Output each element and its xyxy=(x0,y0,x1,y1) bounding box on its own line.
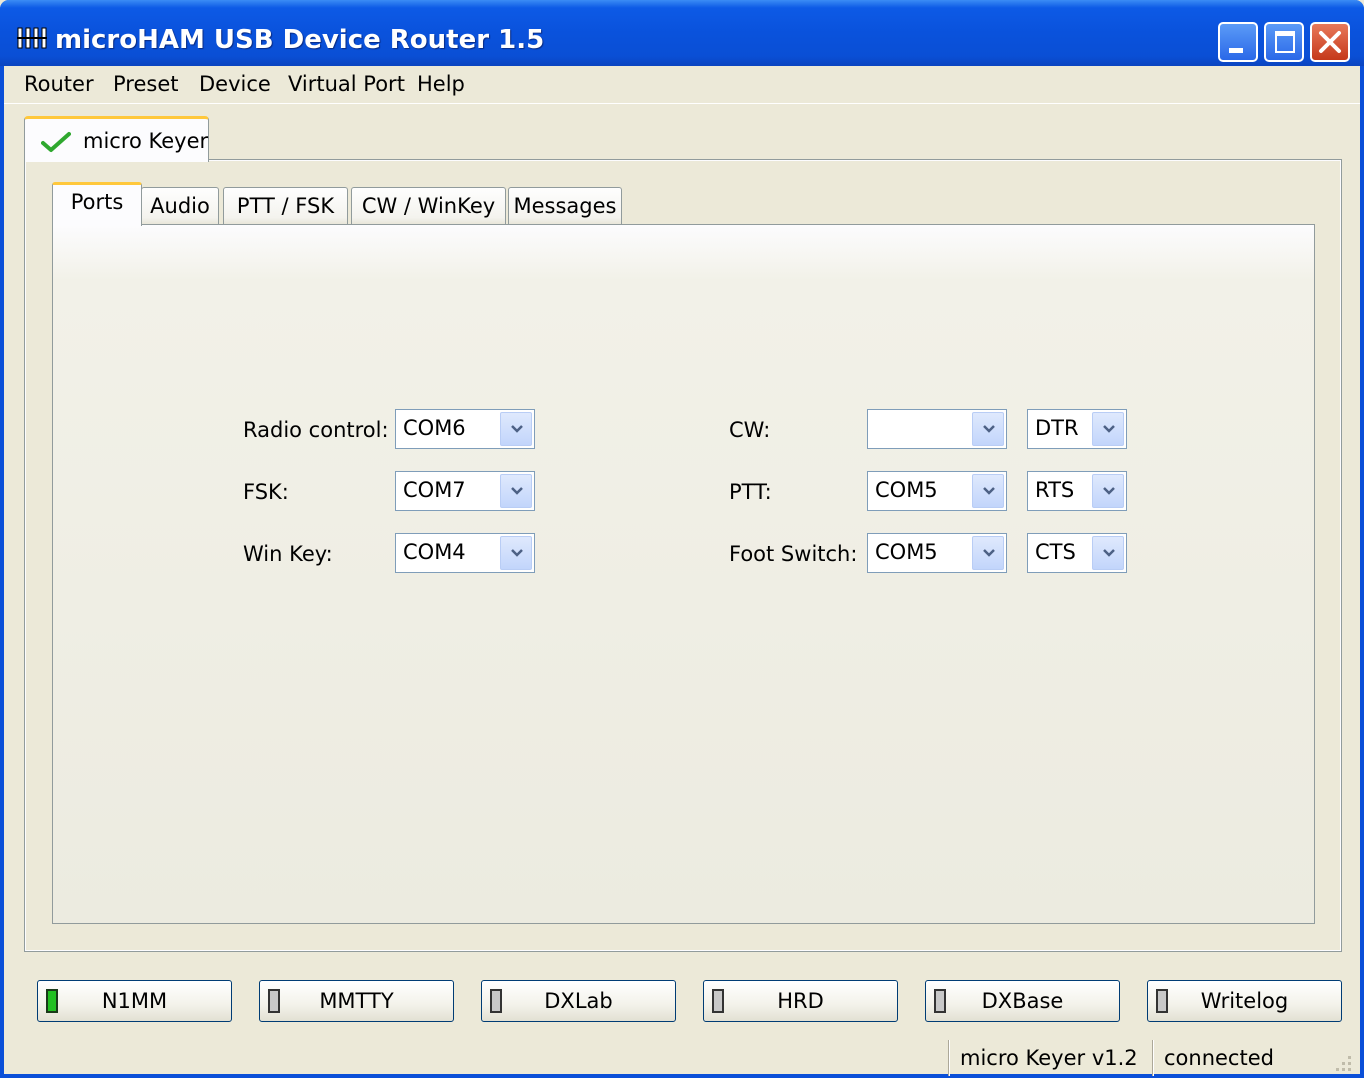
app-button-label: MMTTY xyxy=(319,989,394,1013)
cw-port-select[interactable] xyxy=(867,409,1007,449)
close-button[interactable] xyxy=(1310,22,1350,62)
tab-ports[interactable]: Ports xyxy=(52,182,142,226)
radio-control-label: Radio control: xyxy=(243,418,389,442)
resize-grip-icon[interactable] xyxy=(1330,1050,1354,1074)
dropdown-arrow-icon[interactable] xyxy=(500,412,532,446)
menu-preset[interactable]: Preset xyxy=(113,72,178,96)
foot-switch-port-select[interactable]: COM5 xyxy=(867,533,1007,573)
tab-audio[interactable]: Audio xyxy=(141,187,219,225)
app-button-label: DXBase xyxy=(981,989,1064,1013)
dropdown-arrow-icon[interactable] xyxy=(1092,474,1124,508)
foot-switch-line-value: CTS xyxy=(1035,540,1076,564)
status-connection: connected xyxy=(1164,1046,1274,1070)
minimize-icon xyxy=(1229,48,1243,53)
app-button-writelog[interactable]: Writelog xyxy=(1147,980,1342,1022)
app-button-label: Writelog xyxy=(1200,989,1289,1013)
ptt-line-value: RTS xyxy=(1035,478,1075,502)
dropdown-arrow-icon[interactable] xyxy=(1092,412,1124,446)
app-button-dxbase[interactable]: DXBase xyxy=(925,980,1120,1022)
minimize-button[interactable] xyxy=(1218,22,1258,62)
dropdown-arrow-icon[interactable] xyxy=(972,474,1004,508)
menu-router[interactable]: Router xyxy=(24,72,94,96)
fsk-value: COM7 xyxy=(403,478,466,502)
ports-panel xyxy=(52,224,1315,924)
green-check-icon xyxy=(41,132,71,152)
close-icon xyxy=(1319,31,1341,53)
maximize-icon xyxy=(1275,31,1295,53)
radio-control-select[interactable]: COM6 xyxy=(395,409,535,449)
status-divider xyxy=(1152,1040,1154,1076)
app-button-label: DXLab xyxy=(544,989,613,1013)
ptt-line-select[interactable]: RTS xyxy=(1027,471,1127,511)
menu-device[interactable]: Device xyxy=(199,72,271,96)
app-button-dxlab[interactable]: DXLab xyxy=(481,980,676,1022)
fsk-select[interactable]: COM7 xyxy=(395,471,535,511)
dropdown-arrow-icon[interactable] xyxy=(500,536,532,570)
foot-switch-line-select[interactable]: CTS xyxy=(1027,533,1127,573)
window-title: microHAM USB Device Router 1.5 xyxy=(55,25,545,55)
tab-messages[interactable]: Messages xyxy=(508,187,622,225)
app-button-hrd[interactable]: HRD xyxy=(703,980,898,1022)
foot-switch-label: Foot Switch: xyxy=(729,542,858,566)
title-bar[interactable]: microHAM USB Device Router 1.5 xyxy=(0,0,1364,66)
app-button-mmtty[interactable]: MMTTY xyxy=(259,980,454,1022)
router-icon xyxy=(17,27,47,49)
menu-help[interactable]: Help xyxy=(417,72,465,96)
win-key-label: Win Key: xyxy=(243,542,333,566)
cw-line-select[interactable]: DTR xyxy=(1027,409,1127,449)
dropdown-arrow-icon[interactable] xyxy=(972,412,1004,446)
tab-micro-keyer[interactable]: micro Keyer xyxy=(24,116,209,162)
radio-control-value: COM6 xyxy=(403,416,466,440)
dropdown-arrow-icon[interactable] xyxy=(1092,536,1124,570)
foot-switch-port-value: COM5 xyxy=(875,540,938,564)
cw-label: CW: xyxy=(729,418,771,442)
ptt-port-value: COM5 xyxy=(875,478,938,502)
menu-virtual-port[interactable]: Virtual Port xyxy=(288,72,405,96)
win-key-value: COM4 xyxy=(403,540,466,564)
ptt-port-select[interactable]: COM5 xyxy=(867,471,1007,511)
menu-bar: Router Preset Device Virtual Port Help xyxy=(4,66,1360,104)
app-button-label: HRD xyxy=(777,989,824,1013)
dropdown-arrow-icon[interactable] xyxy=(972,536,1004,570)
app-button-label: N1MM xyxy=(101,989,168,1013)
win-key-select[interactable]: COM4 xyxy=(395,533,535,573)
dropdown-arrow-icon[interactable] xyxy=(500,474,532,508)
app-button-n1mm[interactable]: N1MM xyxy=(37,980,232,1022)
ptt-label: PTT: xyxy=(729,480,772,504)
tab-cw-winkey[interactable]: CW / WinKey xyxy=(351,187,506,225)
cw-line-value: DTR xyxy=(1035,416,1079,440)
fsk-label: FSK: xyxy=(243,480,289,504)
status-divider xyxy=(948,1040,950,1076)
maximize-button[interactable] xyxy=(1264,22,1304,62)
tab-ptt-fsk[interactable]: PTT / FSK xyxy=(223,187,348,225)
status-device: micro Keyer v1.2 xyxy=(960,1046,1138,1070)
device-tab-label: micro Keyer xyxy=(83,129,209,153)
